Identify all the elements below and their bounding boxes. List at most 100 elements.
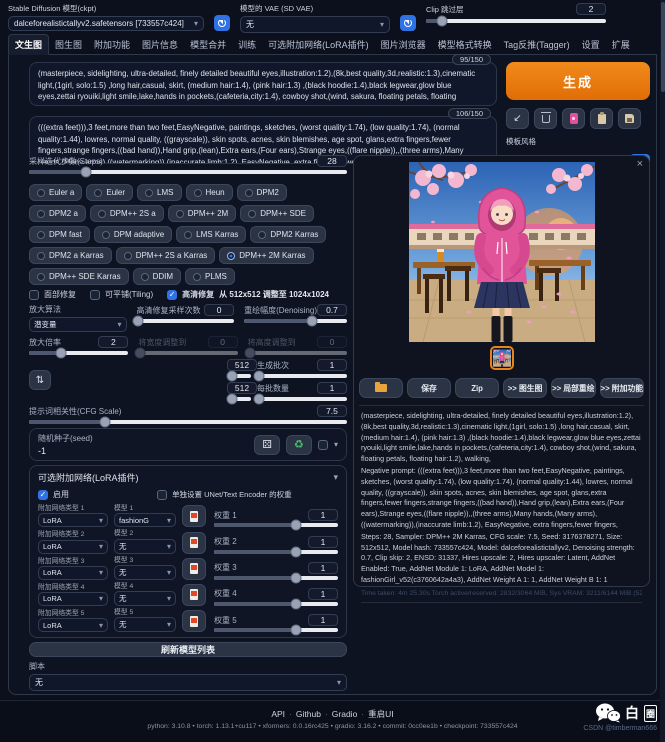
tab-train[interactable]: 训练 bbox=[232, 35, 262, 54]
lora-weight-value-4[interactable]: 1 bbox=[308, 588, 338, 600]
upscale-by-value[interactable]: 2 bbox=[98, 336, 128, 348]
batch-size-value[interactable]: 1 bbox=[317, 382, 347, 394]
zip-button[interactable]: Zip bbox=[455, 378, 499, 398]
sampler-option[interactable]: LMS Karras bbox=[176, 226, 246, 243]
lora-weight-slider-4[interactable] bbox=[214, 602, 338, 606]
tab-image-browser[interactable]: 图片浏览器 bbox=[375, 35, 432, 54]
batch-size-slider[interactable] bbox=[257, 397, 347, 401]
tab-txt2img[interactable]: 文生图 bbox=[8, 34, 49, 55]
clear-prompt-button[interactable] bbox=[534, 108, 557, 129]
lora-model-dropdown-3[interactable]: 无▾ bbox=[114, 565, 176, 580]
send-to-img2img-button[interactable]: >> 图生图 bbox=[503, 378, 547, 398]
extra-seed-checkbox[interactable] bbox=[318, 440, 328, 450]
tab-extras[interactable]: 附加功能 bbox=[88, 35, 136, 54]
steps-value[interactable]: 28 bbox=[317, 155, 347, 167]
lora-type-dropdown-1[interactable]: LoRA▾ bbox=[38, 513, 108, 527]
lora-type-dropdown-4[interactable]: LoRA▾ bbox=[38, 592, 108, 606]
batch-count-value[interactable]: 1 bbox=[317, 359, 347, 371]
lora-enable-checkbox[interactable]: ✓启用 bbox=[38, 489, 151, 500]
lora-weight-value-2[interactable]: 1 bbox=[308, 536, 338, 548]
lora-info-button-2[interactable] bbox=[182, 532, 206, 554]
width-slider[interactable] bbox=[227, 374, 251, 378]
sampler-option[interactable]: DPM fast bbox=[29, 226, 90, 243]
vae-dropdown[interactable]: 无▾ bbox=[240, 16, 390, 33]
restore-faces-checkbox[interactable]: 面部修复 bbox=[29, 289, 76, 300]
upscaler-dropdown[interactable]: 潜变量▾ bbox=[29, 317, 127, 332]
lora-weight-value-5[interactable]: 1 bbox=[308, 614, 338, 626]
lora-unet-checkbox[interactable]: 单独设置 UNet/Text Encoder 的权重 bbox=[157, 489, 338, 500]
batch-count-slider[interactable] bbox=[257, 374, 347, 378]
tab-png-info[interactable]: 图片信息 bbox=[136, 35, 184, 54]
paste-params-button[interactable]: ↙ bbox=[506, 108, 529, 129]
height-slider[interactable] bbox=[227, 397, 251, 401]
ckpt-refresh-button[interactable] bbox=[214, 15, 230, 31]
lora-type-dropdown-2[interactable]: LoRA▾ bbox=[38, 540, 108, 554]
random-seed-button[interactable]: ⚄ bbox=[254, 435, 280, 455]
extra-networks-button[interactable] bbox=[562, 108, 585, 129]
upscale-by-slider[interactable] bbox=[29, 351, 128, 355]
prompt-input[interactable]: (masterpiece, sidelighting, ultra-detail… bbox=[29, 62, 497, 106]
tab-tagger[interactable]: Tag反推(Tagger) bbox=[498, 35, 576, 54]
lora-model-dropdown-5[interactable]: 无▾ bbox=[114, 617, 176, 632]
ckpt-dropdown[interactable]: dalceforealistictallyv2.safetensors [733… bbox=[8, 16, 204, 31]
lora-accordion-arrow[interactable]: ▾ bbox=[333, 472, 338, 483]
tab-img2img[interactable]: 图生图 bbox=[49, 35, 88, 54]
tab-extensions[interactable]: 扩展 bbox=[606, 35, 636, 54]
hires-steps-value[interactable]: 0 bbox=[204, 304, 234, 316]
lora-weight-slider-2[interactable] bbox=[214, 550, 338, 554]
lora-header[interactable]: 可选附加网络(LoRA插件) bbox=[38, 471, 139, 484]
sampler-option[interactable]: DPM++ 2S a Karras bbox=[116, 247, 216, 264]
lora-type-dropdown-3[interactable]: LoRA▾ bbox=[38, 566, 108, 580]
api-link[interactable]: API bbox=[271, 709, 285, 719]
tab-checkpoint-merger[interactable]: 模型合并 bbox=[184, 35, 232, 54]
scrollbar[interactable] bbox=[660, 0, 665, 742]
sampler-option[interactable]: Euler a bbox=[29, 184, 82, 201]
send-to-inpaint-button[interactable]: >> 局部重绘 bbox=[551, 378, 595, 398]
save-style-button[interactable] bbox=[618, 108, 641, 129]
steps-slider[interactable] bbox=[29, 170, 347, 174]
sampler-option[interactable]: Heun bbox=[186, 184, 233, 201]
lora-weight-slider-5[interactable] bbox=[214, 628, 338, 632]
sampler-option[interactable]: DPM++ 2S a bbox=[90, 205, 164, 222]
cfg-slider[interactable] bbox=[29, 420, 347, 424]
reload-ui-link[interactable]: 重启UI bbox=[368, 709, 394, 719]
generated-image[interactable] bbox=[409, 162, 595, 342]
github-link[interactable]: Github bbox=[296, 709, 321, 719]
tab-model-converter[interactable]: 模型格式转换 bbox=[432, 35, 498, 54]
send-to-extras-button[interactable]: >> 附加功能 bbox=[600, 378, 644, 398]
lora-model-dropdown-4[interactable]: 无▾ bbox=[114, 591, 176, 606]
sampler-option[interactable]: LMS bbox=[137, 184, 181, 201]
sampler-option-selected[interactable]: DPM++ 2M Karras bbox=[219, 247, 313, 264]
gradio-link[interactable]: Gradio bbox=[332, 709, 358, 719]
tab-additional-networks[interactable]: 可选附加网络(LoRA插件) bbox=[262, 35, 375, 54]
seed-input[interactable]: -1 bbox=[38, 446, 248, 456]
refresh-models-button[interactable]: 刷新模型列表 bbox=[29, 642, 347, 657]
apply-style-button[interactable] bbox=[590, 108, 613, 129]
lora-info-button-1[interactable] bbox=[182, 505, 206, 527]
lora-type-dropdown-5[interactable]: LoRA▾ bbox=[38, 618, 108, 632]
script-dropdown[interactable]: 无▾ bbox=[29, 674, 347, 691]
vae-refresh-button[interactable] bbox=[400, 15, 416, 31]
denoising-slider[interactable] bbox=[244, 319, 347, 323]
height-value[interactable]: 512 bbox=[227, 382, 257, 394]
lora-weight-slider-1[interactable] bbox=[214, 523, 338, 527]
hires-steps-slider[interactable] bbox=[137, 319, 235, 323]
sampler-option[interactable]: DPM2 Karras bbox=[250, 226, 326, 243]
denoising-value[interactable]: 0.7 bbox=[317, 304, 347, 316]
lora-model-dropdown-2[interactable]: 无▾ bbox=[114, 539, 176, 554]
sampler-option[interactable]: DPM++ 2M bbox=[168, 205, 236, 222]
scrollbar-thumb[interactable] bbox=[661, 2, 665, 92]
lora-model-dropdown-1[interactable]: fashionG▾ bbox=[114, 513, 176, 527]
sampler-option[interactable]: DPM adaptive bbox=[94, 226, 172, 243]
lora-info-button-4[interactable] bbox=[182, 584, 206, 606]
tiling-checkbox[interactable]: 可平铺(Tiling) bbox=[90, 289, 153, 300]
sampler-option[interactable]: PLMS bbox=[185, 268, 235, 285]
tab-settings[interactable]: 设置 bbox=[576, 35, 606, 54]
sampler-option[interactable]: DDIM bbox=[133, 268, 181, 285]
sampler-option[interactable]: DPM++ SDE bbox=[240, 205, 314, 222]
width-value[interactable]: 512 bbox=[227, 359, 257, 371]
reuse-seed-button[interactable]: ♻ bbox=[286, 435, 312, 455]
sampler-option[interactable]: Euler bbox=[86, 184, 133, 201]
lora-weight-value-1[interactable]: 1 bbox=[308, 509, 338, 521]
seed-accordion-arrow[interactable]: ▾ bbox=[334, 440, 338, 449]
